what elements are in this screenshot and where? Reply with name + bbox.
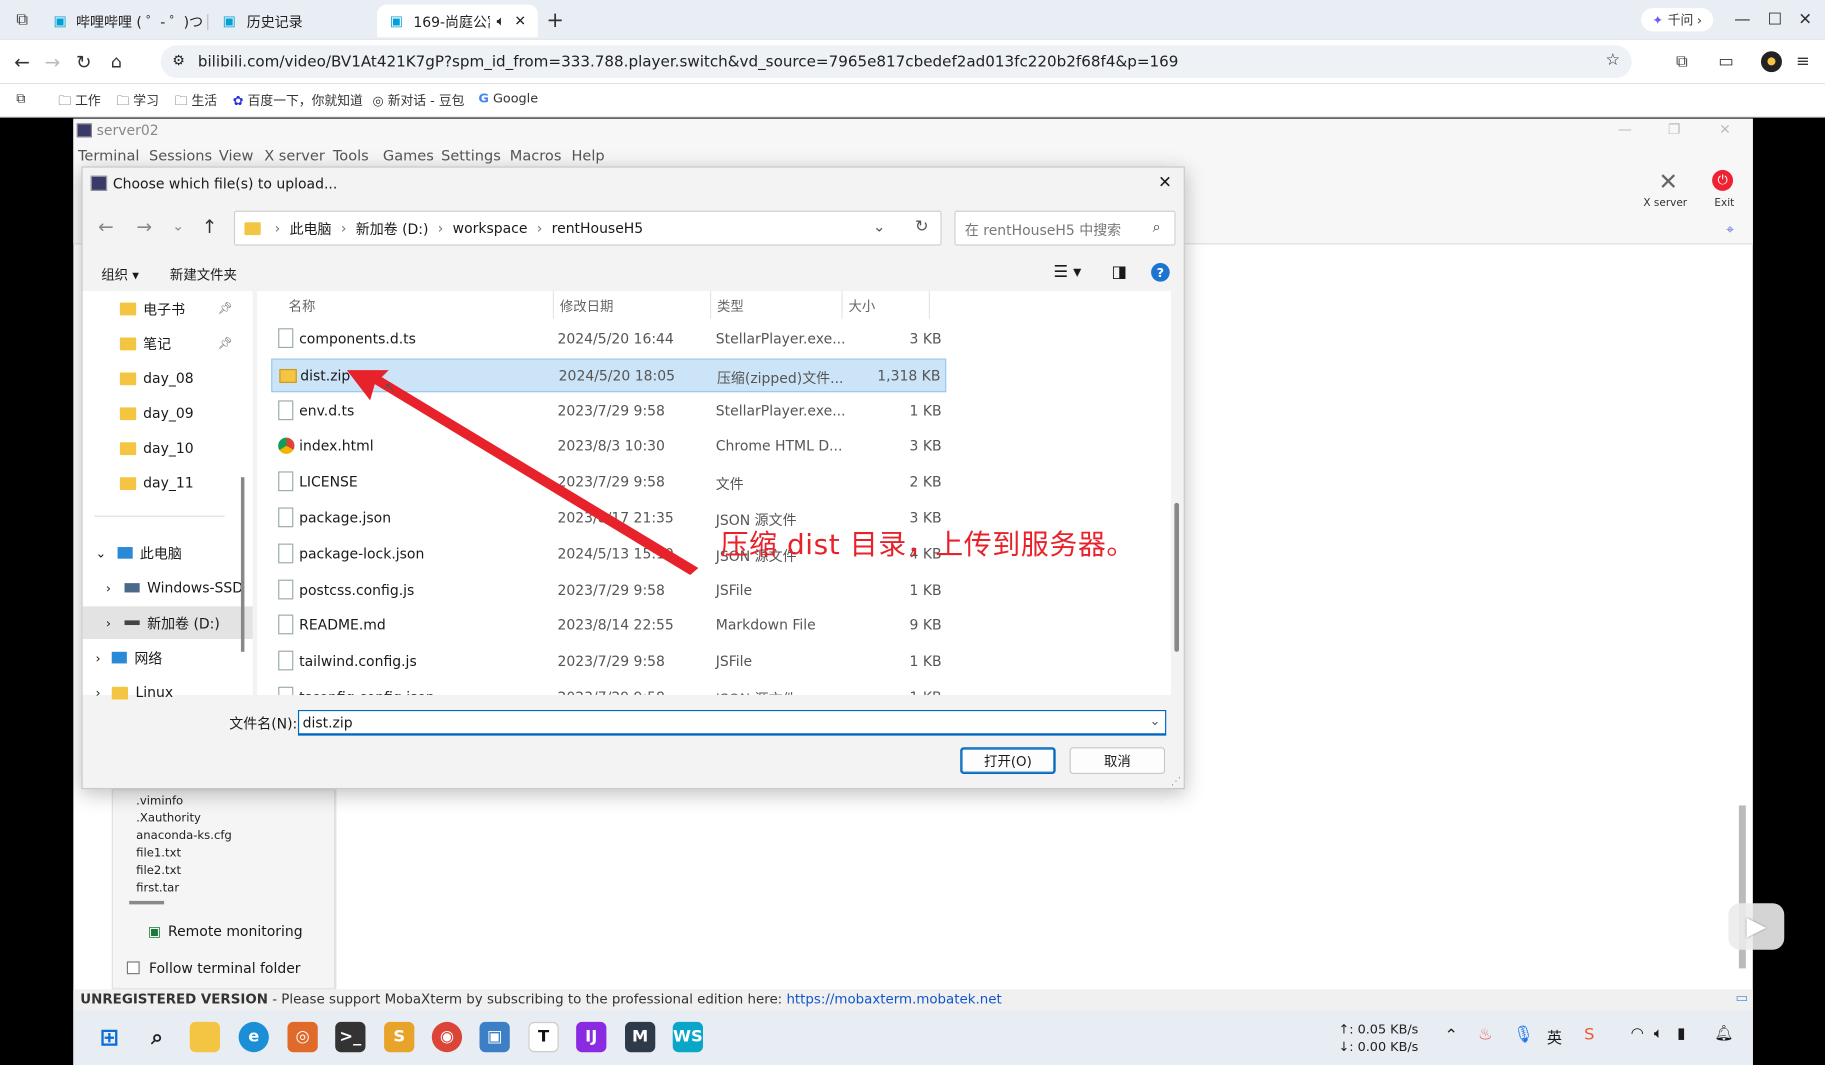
- red-arrow-shape: [346, 370, 699, 575]
- annotation-text: 压缩 dist 目录，上传到服务器。: [720, 528, 1135, 562]
- screen: ⧉ ▣ 哔哩哔哩 ( ゜- ゜)つロ ▣ 历史记录 ▣ 169-尚庭公寓 🔈︎ …: [0, 0, 1825, 1065]
- mouse-cursor-icon: ↖: [384, 379, 396, 396]
